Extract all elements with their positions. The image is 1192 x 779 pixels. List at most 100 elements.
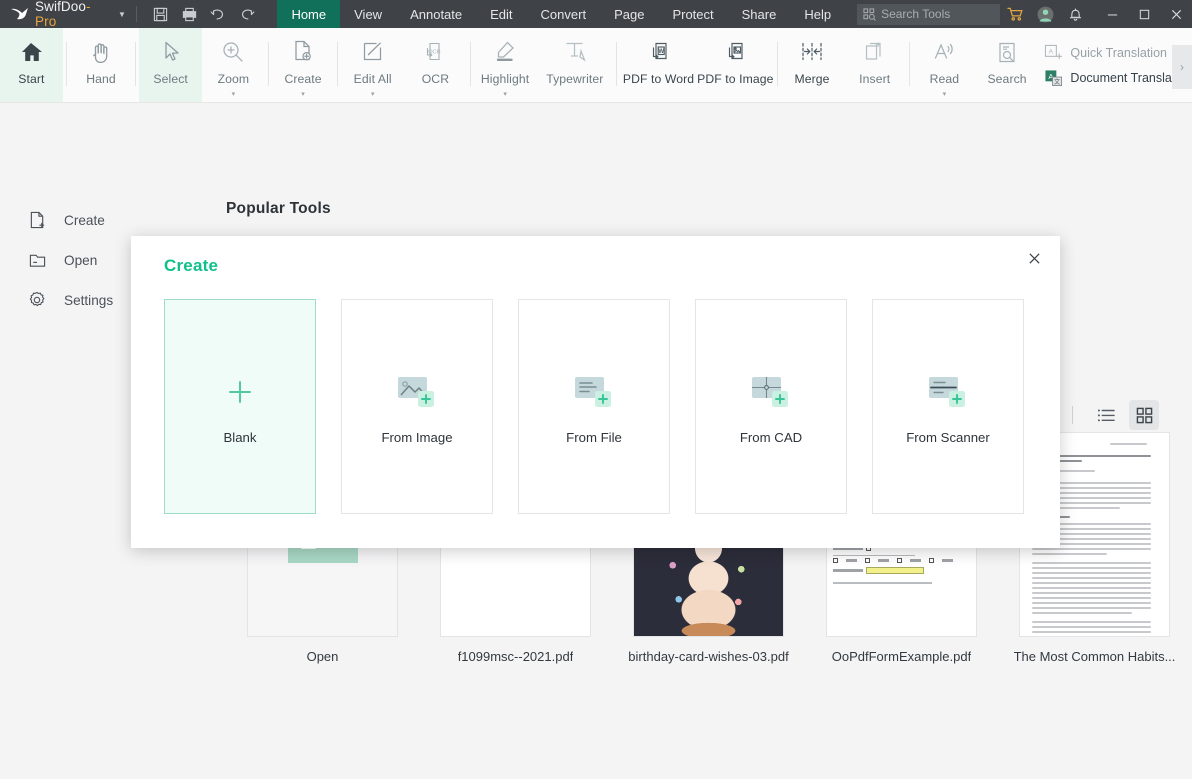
ribbon-search[interactable]: Search [976,28,1039,102]
menu-share[interactable]: Share [728,0,791,28]
search-document-icon [996,37,1018,67]
create-dialog: Create Blank From Image From File From C… [131,236,1060,548]
chevron-down-icon[interactable]: ▾ [371,90,375,98]
svg-text:A: A [1049,48,1054,55]
ribbon-insert[interactable]: Insert [843,28,906,102]
brand-main: SwifDoo [35,0,87,14]
ribbon-highlight-label: Highlight [480,72,530,86]
gear-icon [28,291,46,309]
menu-protect[interactable]: Protect [658,0,727,28]
menu-page[interactable]: Page [600,0,658,28]
create-option-from-file[interactable]: From File [518,299,670,514]
recent-file-caption: Open [306,649,339,664]
menu-help[interactable]: Help [790,0,845,28]
print-icon[interactable] [175,0,204,28]
create-option-from-scanner[interactable]: From Scanner [872,299,1024,514]
highlighter-icon [493,37,517,67]
ribbon-typewriter[interactable]: Typewriter [536,28,613,102]
cart-icon[interactable] [1000,0,1030,28]
titlebar-divider [135,6,137,22]
ribbon-read[interactable]: Read ▾ [913,28,976,102]
ribbon-divider [65,42,67,86]
window-controls [1096,0,1192,28]
ribbon-ocr[interactable]: OCR OCR [404,28,467,102]
svg-text:W: W [658,49,664,55]
create-option-from-image[interactable]: From Image [341,299,493,514]
undo-icon[interactable] [204,0,233,28]
brand-dropdown-caret-icon[interactable]: ▼ [118,10,126,19]
ribbon-highlight[interactable]: Highlight ▾ [474,28,537,102]
plus-icon [225,368,255,416]
ribbon-create[interactable]: Create ▾ [272,28,335,102]
maximize-button[interactable] [1128,0,1160,28]
ribbon-divider [337,42,339,86]
sidebar-item-create[interactable]: Create [0,200,220,240]
minimize-button[interactable] [1096,0,1128,28]
insert-page-icon [864,37,886,67]
create-option-label: Blank [223,430,257,445]
ribbon-create-label: Create [284,72,322,86]
ribbon-hand[interactable]: Hand [70,28,133,102]
search-tools-input[interactable]: Search Tools [857,3,1000,25]
content-top-strip [0,104,1192,132]
bell-icon[interactable] [1060,0,1090,28]
create-dialog-title: Create [164,256,219,275]
view-toggle-divider [1072,406,1073,424]
create-option-label: From CAD [739,430,803,445]
ocr-icon: OCR [423,37,447,67]
typewriter-icon [563,37,587,67]
ribbon-divider [616,42,618,86]
grid-view-icon[interactable] [1129,400,1159,430]
ribbon-ocr-label: OCR [421,72,450,86]
menu-home[interactable]: Home [277,0,341,28]
menu-view[interactable]: View [340,0,396,28]
quick-translation-button[interactable]: A Quick Translation [1044,44,1192,62]
ribbon-select[interactable]: Select [139,28,203,102]
create-document-icon [28,211,46,229]
account-icon[interactable] [1030,0,1060,28]
redo-icon[interactable] [233,0,262,28]
read-aloud-icon [932,37,956,67]
ribbon-typewriter-label: Typewriter [546,72,604,86]
close-button[interactable] [1160,0,1192,28]
sidebar-item-open-label: Open [64,252,98,268]
ribbon-divider [135,42,137,86]
document-translation-icon: A 文 [1045,69,1063,86]
ribbon-edit-all[interactable]: Edit All ▾ [341,28,404,102]
ribbon-pdf-to-word[interactable]: W PDF to Word [620,28,697,102]
ribbon-hand-label: Hand [86,72,116,86]
ribbon-pdf-to-image[interactable]: PDF to Image [697,28,774,102]
ribbon-zoom[interactable]: Zoom ▾ [202,28,265,102]
ribbon-pdf-to-image-label: PDF to Image [697,72,774,86]
chevron-down-icon[interactable]: ▾ [301,90,305,98]
chevron-down-icon[interactable]: ▾ [232,90,236,98]
cad-plus-icon [750,368,792,416]
merge-icon [800,37,824,67]
ribbon-select-label: Select [153,72,188,86]
recent-file-caption: birthday-card-wishes-03.pdf [628,649,789,664]
save-icon[interactable] [146,0,175,28]
chevron-down-icon[interactable]: ▾ [503,90,507,98]
ribbon-toolbar: Start Hand Select Zoom ▾ Create ▾ Edit A… [0,28,1192,103]
ribbon-start[interactable]: Start [0,28,63,102]
magnifier-plus-icon [221,37,245,67]
ribbon-merge-label: Merge [794,72,830,86]
pdf-to-image-icon [723,37,747,67]
scanner-plus-icon [927,368,969,416]
ribbon-merge[interactable]: Merge [781,28,844,102]
document-translation-button[interactable]: A 文 Document Translation [1044,69,1192,87]
create-option-blank[interactable]: Blank [164,299,316,514]
file-plus-icon [573,368,615,416]
chevron-down-icon[interactable]: ▾ [943,90,947,98]
cursor-icon [161,37,181,67]
ribbon-overflow-chevron-right-icon[interactable]: › [1172,45,1192,89]
ribbon-zoom-label: Zoom [217,72,250,86]
menu-convert[interactable]: Convert [527,0,601,28]
edit-pencil-icon [362,37,384,67]
close-icon[interactable] [1020,244,1048,272]
menu-annotate[interactable]: Annotate [396,0,476,28]
search-icon [863,7,876,21]
menu-edit[interactable]: Edit [476,0,526,28]
list-view-icon[interactable] [1091,400,1121,430]
create-option-from-cad[interactable]: From CAD [695,299,847,514]
